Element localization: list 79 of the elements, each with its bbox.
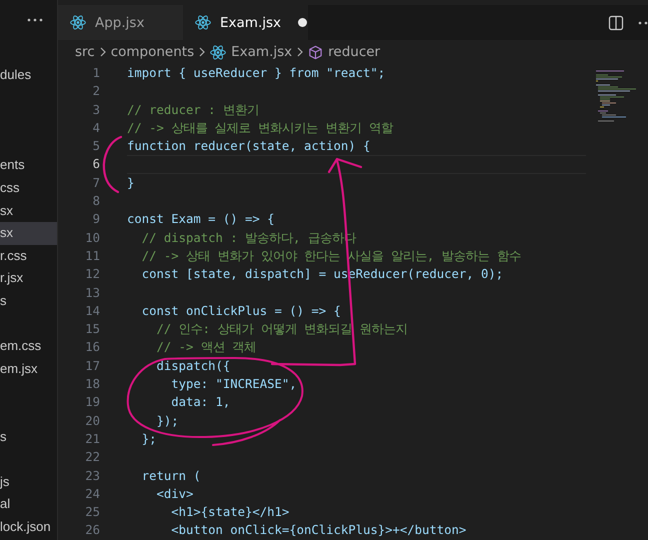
line-number: 8 xyxy=(92,193,100,210)
code-line: const onClickPlus = () => { xyxy=(140,302,342,320)
code-line: type: "INCREASE", xyxy=(170,376,298,394)
explorer-item[interactable]: css xyxy=(0,176,57,200)
bracket-annotation-drawing xyxy=(102,136,122,194)
line-number: 6 xyxy=(92,156,100,174)
chevron-right-icon xyxy=(297,47,304,57)
line-number: 21 xyxy=(84,430,100,448)
line-number: 11 xyxy=(84,248,100,265)
more-actions-icon[interactable] xyxy=(638,20,648,24)
explorer-item[interactable]: s xyxy=(0,290,57,313)
chevron-right-icon xyxy=(100,47,106,57)
explorer-item[interactable]: al xyxy=(0,493,57,516)
explorer-item[interactable]: dules xyxy=(0,64,57,87)
code-comment: // -> 상태를 실제로 변화시키는 변환기 역할 xyxy=(127,120,394,137)
explorer-item[interactable]: r.css xyxy=(0,244,57,268)
line-number: 7 xyxy=(92,174,100,192)
line-number: 5 xyxy=(92,138,100,156)
line-number: 17 xyxy=(84,358,100,375)
cube-icon xyxy=(308,44,324,60)
line-number: 4 xyxy=(92,120,100,137)
tab-label: App.jsx xyxy=(95,14,144,30)
split-editor-icon[interactable] xyxy=(608,14,624,30)
code-line: dispatch({ xyxy=(156,358,232,375)
line-number: 3 xyxy=(92,102,100,119)
breadcrumb-item[interactable]: components xyxy=(110,44,194,60)
code-line: return ( xyxy=(140,468,202,485)
breadcrumb-item[interactable]: Exam.jsx xyxy=(231,44,292,60)
editor-tab[interactable]: App.jsx xyxy=(58,5,183,40)
explorer-item[interactable]: lock.json xyxy=(0,516,57,538)
more-actions-icon[interactable] xyxy=(27,18,43,22)
explorer-item[interactable]: sx xyxy=(0,222,57,245)
chevron-right-icon xyxy=(199,47,206,57)
code-comment: // -> 상태 변화가 있어야 한다는 사실을 알리는, 발송하는 함수 xyxy=(140,248,522,265)
line-number: 24 xyxy=(84,486,100,503)
line-number: 9 xyxy=(92,211,100,228)
line-number: 19 xyxy=(84,394,100,412)
code-line: const Exam = () => { xyxy=(127,211,276,228)
line-number: 16 xyxy=(84,339,100,356)
tab-label: Exam.jsx xyxy=(220,14,282,30)
code-line: <button onClick={onClickPlus}>+</button> xyxy=(170,522,468,540)
unsaved-dot-icon xyxy=(298,18,308,27)
explorer-item[interactable]: s xyxy=(0,426,57,448)
react-icon xyxy=(195,15,211,30)
explorer-item[interactable]: js xyxy=(0,470,57,494)
explorer-item[interactable]: em.css xyxy=(0,335,57,358)
code-line: }); xyxy=(156,412,180,430)
line-number: 13 xyxy=(84,284,100,302)
code-line: <h1>{state}</h1> xyxy=(170,504,290,522)
explorer-item[interactable]: r.jsx xyxy=(0,267,57,290)
react-icon xyxy=(70,15,86,30)
editor-tab[interactable]: Exam.jsx xyxy=(183,5,308,40)
line-number: 22 xyxy=(84,449,100,466)
code-comment: // reducer : 변환기 xyxy=(127,102,260,119)
line-number: 25 xyxy=(84,504,100,522)
code-line: <div> xyxy=(156,486,194,503)
line-number: 18 xyxy=(84,376,100,394)
breadcrumb-item[interactable]: src xyxy=(75,44,95,60)
code-comment: // 인수: 상태가 어떻게 변화되길 원하는지 xyxy=(156,321,409,338)
code-line: }; xyxy=(140,430,158,448)
line-number: 26 xyxy=(84,522,100,540)
line-number: 20 xyxy=(84,412,100,430)
code-line: import { useReducer } from "react"; xyxy=(127,65,386,82)
explorer-item[interactable]: ents xyxy=(0,154,57,177)
line-number: 2 xyxy=(92,83,100,100)
line-number: 23 xyxy=(84,468,100,485)
code-line: function reducer(state, action) { xyxy=(127,138,372,156)
line-number: 1 xyxy=(92,65,100,82)
line-number: 10 xyxy=(84,230,100,247)
line-number: 14 xyxy=(84,302,100,320)
breadcrumb-item[interactable]: reducer xyxy=(328,44,380,60)
code-line: data: 1, xyxy=(170,394,232,412)
react-icon xyxy=(210,44,226,60)
code-line: } xyxy=(127,174,136,192)
line-number: 15 xyxy=(84,321,100,338)
line-number: 12 xyxy=(84,266,100,284)
code-comment: // -> 액션 객체 xyxy=(156,339,258,356)
explorer-item[interactable]: em.jsx xyxy=(0,358,57,380)
explorer-item[interactable]: sx xyxy=(0,200,57,222)
